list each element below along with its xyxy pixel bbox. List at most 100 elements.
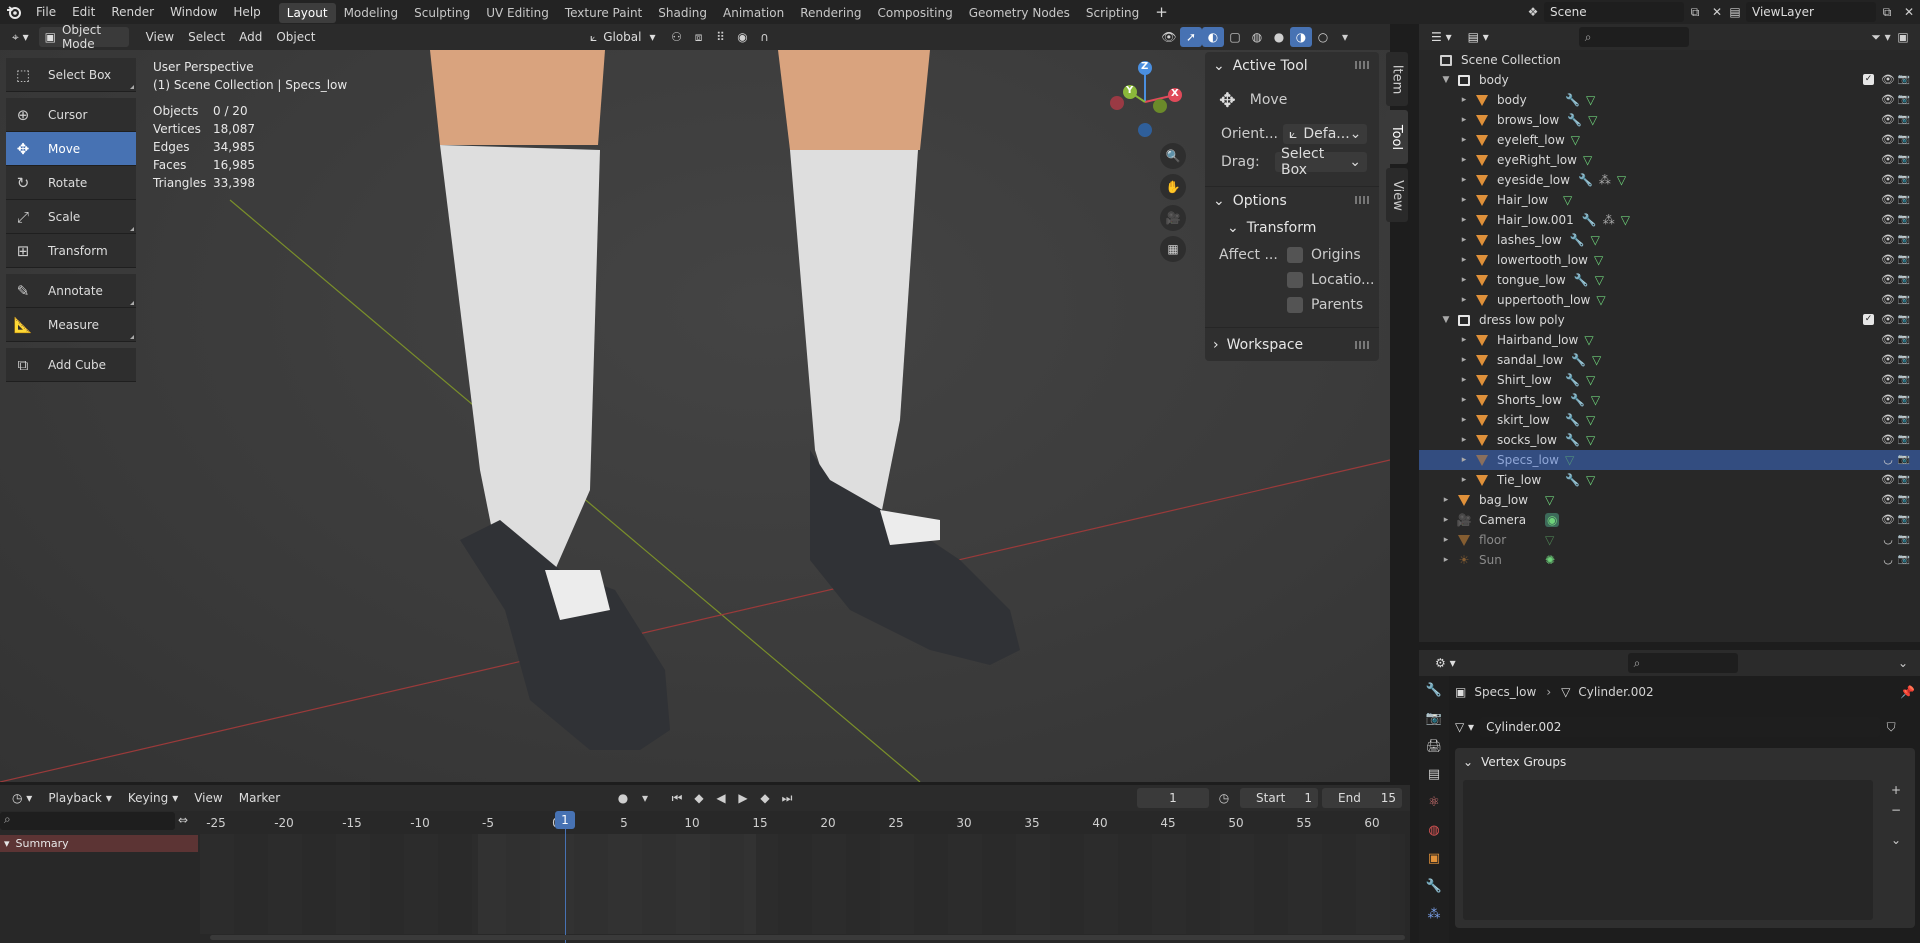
menu-help[interactable]: Help	[225, 0, 268, 24]
xray-icon[interactable]: ▢	[1224, 27, 1246, 47]
viewlayer-selector[interactable]: ▤ ViewLayer ⧉ ✕	[1724, 2, 1920, 22]
particles-props-icon[interactable]: ⁂	[1419, 900, 1449, 928]
chevron-right-icon[interactable]: ▸	[1459, 475, 1469, 485]
mesh-data-icon[interactable]: ▽	[1584, 333, 1593, 347]
chevron-right-icon[interactable]: ▸	[1459, 135, 1469, 145]
camera-data-icon[interactable]: ◉	[1545, 513, 1560, 527]
outliner-row[interactable]: ▸ Tie_low 🔧 ▽ 👁 📷	[1419, 470, 1920, 490]
eye-icon[interactable]: 👁	[1880, 273, 1896, 286]
render-camera-icon[interactable]: 📷	[1896, 234, 1912, 245]
current-frame-field[interactable]: 1	[1137, 788, 1209, 808]
orientation-dropdown[interactable]: ⟀ Global ▾	[584, 27, 662, 47]
workspace-header[interactable]: › Workspace	[1205, 327, 1379, 361]
outliner-row[interactable]: ▸ sandal_low 🔧 ▽ 👁 📷	[1419, 350, 1920, 370]
tool-annotate[interactable]: ✎ Annotate	[6, 274, 136, 308]
falloff-icon[interactable]: ∩	[754, 27, 776, 47]
modifier-props-icon[interactable]: 🔧	[1419, 872, 1449, 900]
eye-icon[interactable]: 👁	[1880, 133, 1896, 146]
mesh-data-icon[interactable]: ▽	[1583, 153, 1592, 167]
render-camera-icon[interactable]: 📷	[1896, 74, 1912, 85]
vertex-groups-list[interactable]	[1463, 780, 1873, 920]
render-camera-icon[interactable]: 📷	[1896, 354, 1912, 365]
shading-options-icon[interactable]: ▾	[1334, 27, 1356, 47]
pin-icon[interactable]: 📌	[1900, 685, 1915, 699]
tab-view[interactable]: View	[1386, 168, 1408, 222]
outliner-row[interactable]: ▸ lashes_low 🔧 ▽ 👁 📷	[1419, 230, 1920, 250]
outliner-row[interactable]: ▸ ☀ Sun ✺ ◡ 📷	[1419, 550, 1920, 570]
viewport-menu-add[interactable]: Add	[232, 30, 269, 44]
modifier-wrench-icon[interactable]: 🔧	[1582, 213, 1597, 227]
new-viewlayer-icon[interactable]: ⧉	[1876, 2, 1898, 22]
render-camera-icon[interactable]: 📷	[1896, 394, 1912, 405]
editor-type-menu[interactable]: ⌖ ▾	[6, 27, 35, 47]
chevron-right-icon[interactable]: ▸	[1459, 335, 1469, 345]
outliner-row[interactable]: ▸ floor ▽ ◡ 📷	[1419, 530, 1920, 550]
render-props-icon[interactable]: 📷	[1419, 704, 1449, 732]
mesh-name-field[interactable]: Cylinder.002	[1480, 717, 1881, 737]
render-camera-icon[interactable]: 📷	[1896, 534, 1912, 545]
viewport-menu-select[interactable]: Select	[181, 30, 232, 44]
tab-item[interactable]: Item	[1386, 52, 1408, 106]
modifier-wrench-icon[interactable]: 🔧	[1565, 433, 1580, 447]
outliner-row[interactable]: ▸ tongue_low 🔧 ▽ 👁 📷	[1419, 270, 1920, 290]
exclude-checkbox[interactable]: ✓	[1863, 74, 1874, 85]
scene-props-icon[interactable]: ⚛	[1419, 788, 1449, 816]
outliner-row[interactable]: ▸ Hair_low.001 🔧 ⁂ ▽ 👁 📷	[1419, 210, 1920, 230]
eye-icon[interactable]: 👁	[1880, 173, 1896, 186]
modifier-wrench-icon[interactable]: 🔧	[1565, 413, 1580, 427]
eye-icon[interactable]: 👁	[1880, 513, 1896, 526]
render-camera-icon[interactable]: 📷	[1896, 294, 1912, 305]
hidden-eye-icon[interactable]: ◡	[1880, 453, 1896, 466]
end-frame-field[interactable]: End 15	[1322, 788, 1402, 808]
outliner-row[interactable]: ▸ bag_low ▽ 👁 📷	[1419, 490, 1920, 510]
mode-dropdown[interactable]: ▣ Object Mode	[38, 23, 129, 51]
chevron-down-icon[interactable]: ▼	[1441, 75, 1451, 85]
pan-hand-icon[interactable]: ✋	[1160, 174, 1186, 200]
eye-icon[interactable]: 👁	[1880, 313, 1896, 326]
new-collection-icon[interactable]: ▣	[1892, 27, 1914, 47]
record-icon[interactable]: ●	[612, 788, 634, 808]
snap-icon[interactable]: ⧈	[688, 27, 710, 47]
chevron-right-icon[interactable]: ▸	[1459, 175, 1469, 185]
eye-icon[interactable]: 👁	[1880, 93, 1896, 106]
eye-icon[interactable]: 👁	[1880, 213, 1896, 226]
render-camera-icon[interactable]: 📷	[1896, 274, 1912, 285]
tab-modeling[interactable]: Modeling	[336, 3, 407, 23]
mesh-data-icon[interactable]: ▽	[1594, 253, 1603, 267]
mesh-data-icon[interactable]: ▽	[1586, 413, 1595, 427]
zoom-icon[interactable]: 🔍	[1160, 143, 1186, 169]
eye-icon[interactable]: 👁	[1880, 193, 1896, 206]
keying-set-icon[interactable]: ▾	[634, 788, 656, 808]
viewport-menu-object[interactable]: Object	[269, 30, 322, 44]
navigation-gizmo[interactable]: Z X Y	[1105, 58, 1190, 143]
tab-uv-editing[interactable]: UV Editing	[478, 3, 557, 23]
modifier-wrench-icon[interactable]: 🔧	[1565, 93, 1580, 107]
jump-end-icon[interactable]: ⏭	[776, 788, 798, 808]
parents-checkbox[interactable]	[1287, 296, 1303, 313]
sun-data-icon[interactable]: ✺	[1545, 553, 1555, 567]
tool-move[interactable]: ✥ Move	[6, 132, 136, 166]
outliner-row[interactable]: ▸ uppertooth_low ▽ 👁 📷	[1419, 290, 1920, 310]
eye-icon[interactable]: 👁	[1880, 493, 1896, 506]
mesh-data-icon[interactable]: ▽	[1571, 133, 1580, 147]
outliner-row[interactable]: ▸ body 🔧 ▽ 👁 📷	[1419, 90, 1920, 110]
render-camera-icon[interactable]: 📷	[1896, 214, 1912, 225]
tab-compositing[interactable]: Compositing	[869, 3, 960, 23]
modifier-wrench-icon[interactable]: 🔧	[1570, 233, 1585, 247]
remove-vertex-group-icon[interactable]: −	[1885, 800, 1907, 820]
eye-icon[interactable]: 👁	[1880, 433, 1896, 446]
outliner-search-input[interactable]: ⌕	[1578, 27, 1689, 47]
chevron-right-icon[interactable]: ▸	[1441, 535, 1451, 545]
mesh-data-icon[interactable]: ▽	[1591, 393, 1600, 407]
outliner-row[interactable]: ▸ 🎥 Camera ◉ 👁 📷	[1419, 510, 1920, 530]
modifier-wrench-icon[interactable]: 🔧	[1574, 273, 1589, 287]
timeline-menu-keying[interactable]: Keying ▾	[122, 788, 184, 808]
chevron-right-icon[interactable]: ▸	[1459, 195, 1469, 205]
mesh-data-icon[interactable]: ▽	[1588, 113, 1597, 127]
locations-checkbox[interactable]	[1287, 271, 1303, 288]
tool-select-box[interactable]: ⬚ Select Box	[6, 58, 136, 92]
tab-scripting[interactable]: Scripting	[1078, 3, 1147, 23]
chevron-right-icon[interactable]: ▸	[1459, 415, 1469, 425]
timeline-menu-view[interactable]: View	[188, 788, 228, 808]
add-workspace-button[interactable]: +	[1147, 0, 1176, 24]
